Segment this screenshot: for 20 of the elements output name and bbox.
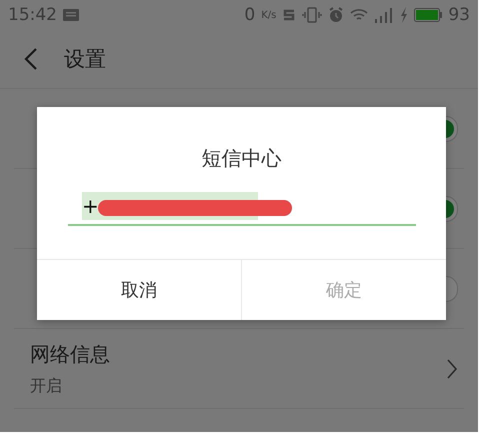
battery-icon	[414, 8, 442, 22]
speed-unit: K/s	[261, 10, 276, 20]
alarm-icon	[328, 7, 344, 23]
back-icon[interactable]	[24, 47, 38, 71]
page-title: 设置	[64, 46, 106, 73]
wifi-icon	[350, 8, 368, 22]
input-field[interactable]: +	[68, 188, 416, 226]
network-speed: 0	[244, 5, 256, 25]
setting-value: 开启	[30, 376, 63, 396]
s-app-icon	[282, 8, 296, 22]
keyboard-icon	[63, 9, 79, 21]
cancel-button[interactable]: 取消	[37, 260, 241, 320]
charging-icon	[400, 7, 408, 23]
signal-icon	[374, 7, 394, 23]
dialog-title: 短信中心	[200, 145, 282, 172]
vibrate-icon	[302, 7, 322, 23]
status-time: 15:42	[8, 5, 57, 25]
chevron-right-icon[interactable]	[446, 358, 458, 380]
battery-percent: 93	[448, 5, 470, 25]
setting-title: 网络信息	[30, 340, 110, 368]
